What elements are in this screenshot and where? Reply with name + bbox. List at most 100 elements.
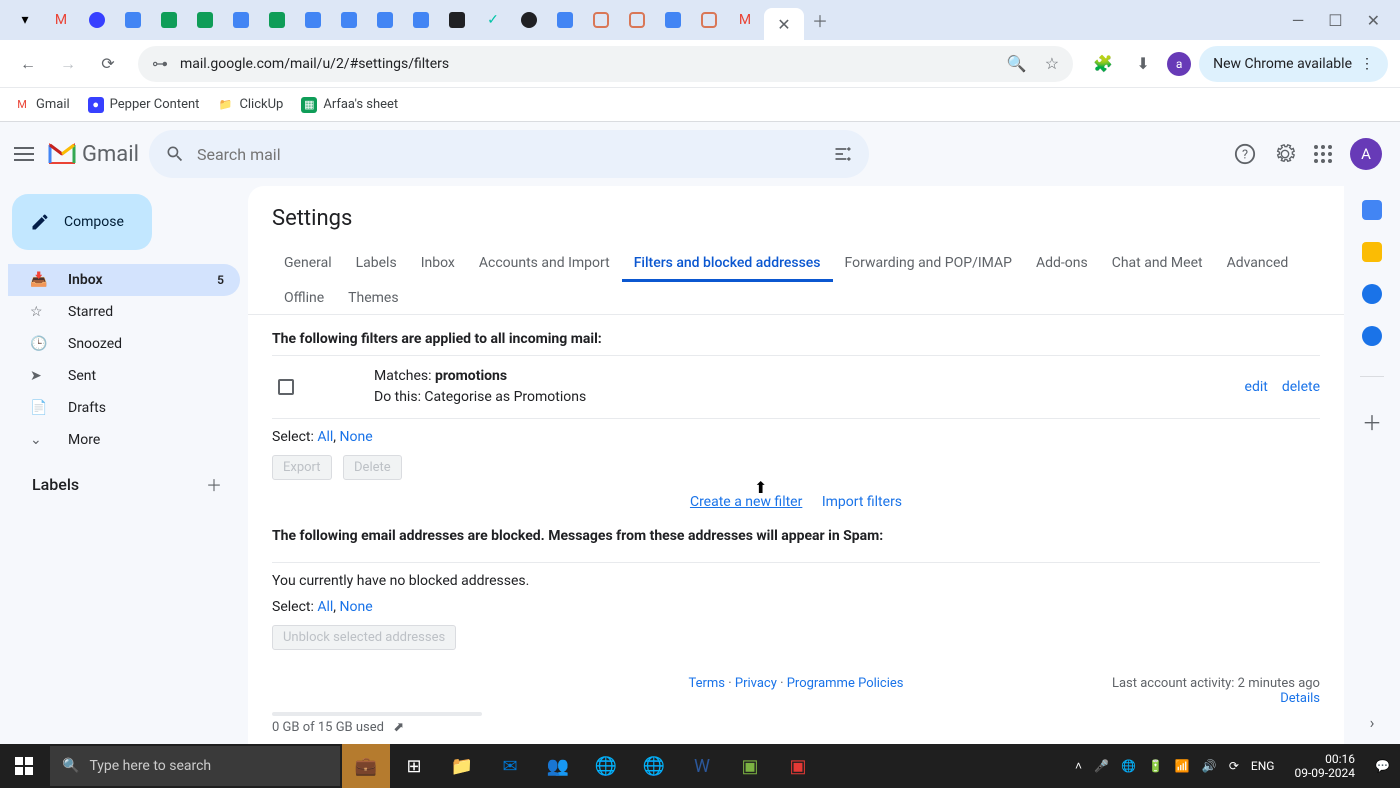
bookmark-clickup[interactable]: 📁ClickUp xyxy=(217,97,283,113)
open-storage-icon[interactable]: ⬈ xyxy=(393,720,404,735)
taskbar-chrome2[interactable]: 🌐 xyxy=(630,744,678,788)
create-filter-link[interactable]: Create a new filter xyxy=(690,494,802,510)
taskbar-word[interactable]: W xyxy=(678,744,726,788)
downloads-icon[interactable]: ⬇ xyxy=(1127,48,1159,80)
blocked-select-none[interactable]: None xyxy=(340,599,373,615)
start-button[interactable] xyxy=(0,744,48,788)
policies-link[interactable]: Programme Policies xyxy=(787,676,904,691)
tab-4[interactable] xyxy=(152,6,186,34)
add-addon-button[interactable]: ＋ xyxy=(1362,407,1382,436)
tab-2[interactable] xyxy=(80,6,114,34)
nav-starred[interactable]: ☆Starred xyxy=(8,296,240,328)
tab-12[interactable] xyxy=(440,6,474,34)
tab-accounts[interactable]: Accounts and Import xyxy=(467,247,622,282)
reload-button[interactable]: ⟳ xyxy=(92,48,124,80)
tab-19[interactable] xyxy=(692,6,726,34)
taskbar-chrome1[interactable]: 🌐 xyxy=(582,744,630,788)
tab-addons[interactable]: Add-ons xyxy=(1024,247,1100,282)
add-label-button[interactable]: ＋ xyxy=(206,472,222,496)
tab-11[interactable] xyxy=(404,6,438,34)
search-input[interactable] xyxy=(197,145,833,164)
tasks-icon[interactable] xyxy=(1362,284,1382,304)
keep-icon[interactable] xyxy=(1362,242,1382,262)
account-avatar[interactable]: A xyxy=(1350,138,1382,170)
taskbar-search[interactable]: 🔍 Type here to search xyxy=(50,746,340,786)
filter-checkbox[interactable] xyxy=(278,379,294,395)
tab-3[interactable] xyxy=(116,6,150,34)
taskbar-camtasia[interactable]: ▣ xyxy=(726,744,774,788)
tab-16[interactable] xyxy=(584,6,618,34)
tray-globe-icon[interactable]: 🌐 xyxy=(1121,759,1136,773)
tab-chat[interactable]: Chat and Meet xyxy=(1100,247,1215,282)
bookmark-pepper[interactable]: ●Pepper Content xyxy=(88,97,200,113)
select-none-link[interactable]: None xyxy=(340,429,373,445)
tab-18[interactable] xyxy=(656,6,690,34)
taskbar-explorer[interactable]: 📁 xyxy=(438,744,486,788)
zoom-icon[interactable]: 🔍 xyxy=(1007,54,1027,73)
support-icon[interactable]: ? xyxy=(1234,143,1256,165)
filter-delete-link[interactable]: delete xyxy=(1282,379,1320,395)
apps-grid-icon[interactable] xyxy=(1314,145,1332,163)
tray-datetime[interactable]: 00:16 09-09-2024 xyxy=(1286,752,1363,781)
tab-gmail[interactable]: M xyxy=(44,6,78,34)
settings-gear-icon[interactable] xyxy=(1274,143,1296,165)
taskbar-app[interactable]: ▣ xyxy=(774,744,822,788)
nav-drafts[interactable]: 📄Drafts xyxy=(8,392,240,424)
tab-17[interactable] xyxy=(620,6,654,34)
tab-themes[interactable]: Themes xyxy=(336,282,410,314)
taskbar-briefcase[interactable]: 💼 xyxy=(342,744,390,788)
tray-notifications-icon[interactable]: 💬 xyxy=(1375,759,1390,773)
bookmark-star-icon[interactable]: ☆ xyxy=(1045,54,1059,73)
browser-profile[interactable]: a xyxy=(1167,52,1191,76)
nav-more[interactable]: ⌄More xyxy=(8,424,240,456)
delete-filters-button[interactable]: Delete xyxy=(343,455,402,480)
site-info-icon[interactable]: ⊶ xyxy=(152,54,168,73)
tab-inbox[interactable]: Inbox xyxy=(409,247,467,282)
terms-link[interactable]: Terms xyxy=(688,676,725,691)
tray-chevron[interactable]: ˄ xyxy=(1075,759,1082,773)
export-button[interactable]: Export xyxy=(272,455,332,480)
tab-9[interactable] xyxy=(332,6,366,34)
calendar-icon[interactable] xyxy=(1362,200,1382,220)
chrome-update-button[interactable]: New Chrome available ⋮ xyxy=(1199,46,1388,82)
taskbar-taskview[interactable]: ⊞ xyxy=(390,744,438,788)
nav-sent[interactable]: ➤Sent xyxy=(8,360,240,392)
taskbar-outlook[interactable]: ✉ xyxy=(486,744,534,788)
tab-7[interactable] xyxy=(260,6,294,34)
tray-volume-icon[interactable]: 🔊 xyxy=(1202,759,1217,773)
tab-active[interactable]: ✕ xyxy=(764,8,804,40)
tab-forwarding[interactable]: Forwarding and POP/IMAP xyxy=(833,247,1024,282)
tab-filters[interactable]: Filters and blocked addresses xyxy=(622,247,833,282)
tab-5[interactable] xyxy=(188,6,222,34)
tab-labels[interactable]: Labels xyxy=(344,247,409,282)
select-all-link[interactable]: All xyxy=(317,429,333,445)
tab-8[interactable] xyxy=(296,6,330,34)
bookmark-arfaa[interactable]: ▦Arfaa's sheet xyxy=(301,97,398,113)
import-filters-link[interactable]: Import filters xyxy=(822,494,902,510)
collapse-side-panel[interactable]: › xyxy=(1370,713,1375,732)
details-link[interactable]: Details xyxy=(1280,691,1320,706)
tab-14[interactable] xyxy=(512,6,546,34)
tab-general[interactable]: General xyxy=(272,247,344,282)
main-menu-button[interactable] xyxy=(0,130,48,178)
tab-dropdown[interactable]: ▾ xyxy=(8,6,42,34)
tab-20[interactable]: M xyxy=(728,6,762,34)
new-tab-button[interactable]: ＋ xyxy=(806,6,834,34)
compose-button[interactable]: Compose xyxy=(12,194,152,250)
contacts-icon[interactable] xyxy=(1362,326,1382,346)
nav-inbox[interactable]: 📥 Inbox 5 xyxy=(8,264,240,296)
back-button[interactable]: ← xyxy=(12,48,44,80)
unblock-button[interactable]: Unblock selected addresses xyxy=(272,625,456,650)
tray-battery-icon[interactable]: 🔋 xyxy=(1148,759,1163,773)
minimize-button[interactable]: — xyxy=(1292,11,1305,30)
extensions-icon[interactable]: 🧩 xyxy=(1087,48,1119,80)
tab-10[interactable] xyxy=(368,6,402,34)
tray-lang[interactable]: ENG xyxy=(1251,759,1275,773)
filter-edit-link[interactable]: edit xyxy=(1245,379,1268,395)
tab-15[interactable] xyxy=(548,6,582,34)
address-bar[interactable]: ⊶ mail.google.com/mail/u/2/#settings/fil… xyxy=(138,46,1073,82)
nav-snoozed[interactable]: 🕒Snoozed xyxy=(8,328,240,360)
tab-advanced[interactable]: Advanced xyxy=(1215,247,1301,282)
search-options-icon[interactable] xyxy=(833,144,853,164)
tab-offline[interactable]: Offline xyxy=(272,282,336,314)
